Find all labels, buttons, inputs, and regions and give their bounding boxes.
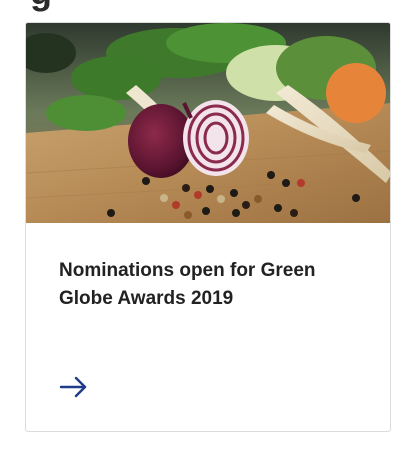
news-card[interactable]: Nominations open for Green Globe Awards … bbox=[25, 22, 391, 432]
clipped-heading-fragment: g bbox=[30, 0, 53, 10]
page: g bbox=[0, 0, 416, 456]
arrow-right-icon[interactable] bbox=[59, 373, 89, 401]
card-body: Nominations open for Green Globe Awards … bbox=[26, 223, 390, 313]
card-image[interactable] bbox=[26, 23, 390, 223]
card-title[interactable]: Nominations open for Green Globe Awards … bbox=[59, 257, 349, 313]
